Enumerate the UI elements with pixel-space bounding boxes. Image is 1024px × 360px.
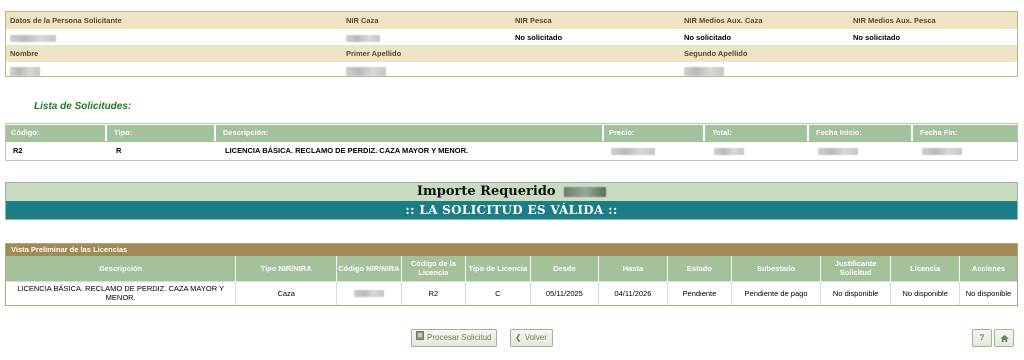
solicitudes-table: Código: Tipo: Descripción: Precio: Total… <box>5 123 1018 161</box>
col-subestado: Subestado <box>731 256 821 281</box>
fecha-fin-header: Fecha Fin: <box>920 128 958 137</box>
applicant-values-row: No solicitado No solicitado No solicitad… <box>6 29 1017 46</box>
solicitud-valida-banner: :: LA SOLICITUD ES VÁLIDA :: <box>6 201 1017 219</box>
licencia-tipo-nir: Caza <box>235 280 338 305</box>
col-codigo-licencia: Código de la Licencia <box>401 256 467 281</box>
importe-panel: Importe Requerido :: LA SOLICITUD ES VÁL… <box>5 182 1018 220</box>
licencia-desde: 05/11/2025 <box>530 280 600 305</box>
applicant-header: Datos de la Persona Solicitante <box>10 16 122 25</box>
licencia-row: LICENCIA BÁSICA. RECLAMO DE PERDIZ. CAZA… <box>6 280 1017 305</box>
nir-medios-pesca-header: NIR Medios Aux. Pesca <box>853 16 936 25</box>
licencia-licencia: No disponible <box>890 280 960 305</box>
importe-label: Importe Requerido <box>416 184 556 199</box>
total-header: Total: <box>707 125 809 141</box>
volver-button[interactable]: ❮ Volver <box>510 329 553 347</box>
codigo-header: Código: <box>6 125 107 141</box>
vista-preliminar-caption: Vista Preliminar de las Licencias <box>6 244 1017 256</box>
licencia-justificante: No disponible <box>820 280 892 305</box>
col-justificante: Justificante Solicitud <box>820 256 892 281</box>
procesar-solicitud-label: Procesar Solicitud <box>427 333 492 342</box>
fecha-inicio-header: Fecha Inicio: <box>811 125 913 141</box>
help-button[interactable]: ? <box>972 329 992 347</box>
segundo-apellido-value <box>680 62 724 79</box>
precio-value <box>606 143 655 159</box>
col-acciones: Acciones <box>959 256 1017 281</box>
tipo-header: Tipo: <box>109 125 216 141</box>
licencia-codigo-nir <box>336 280 402 305</box>
nir-caza-header: NIR Caza <box>346 16 379 25</box>
name-header-row: Nombre Primer Apellido Segundo Apellido <box>6 45 1017 62</box>
nir-caza-value <box>342 29 380 46</box>
segundo-apellido-header: Segundo Apellido <box>684 49 748 58</box>
licencia-tipo: C <box>465 280 531 305</box>
licencia-estado: Pendiente <box>667 280 733 305</box>
nombre-header: Nombre <box>10 49 39 58</box>
importe-value <box>564 186 607 197</box>
lista-solicitudes-title: Lista de Solicitudes: <box>34 101 132 112</box>
col-descripcion: Descripción <box>6 256 237 281</box>
licencia-subestado: Pendiente de pago <box>731 280 821 305</box>
applicant-header-row: Datos de la Persona Solicitante NIR Caza… <box>6 12 1017 29</box>
col-tipo-nir: Tipo NIR/NIRA <box>235 256 338 281</box>
procesar-solicitud-button[interactable]: Procesar Solicitud <box>411 329 498 347</box>
home-icon <box>999 334 1009 345</box>
precio-header: Precio: <box>604 125 705 141</box>
nombre-value <box>6 62 40 79</box>
volver-label: Volver <box>524 333 547 342</box>
licencias-header-row: Descripción Tipo NIR/NIRA Código NIR/NIR… <box>6 256 1017 281</box>
total-value <box>709 143 744 159</box>
col-estado: Estado <box>667 256 733 281</box>
fecha-fin-value <box>917 143 962 159</box>
fecha-inicio-value <box>813 143 858 159</box>
primer-apellido-header: Primer Apellido <box>346 49 402 58</box>
col-desde: Desde <box>530 256 600 281</box>
col-licencia: Licencia <box>890 256 960 281</box>
tipo-value: R <box>116 146 122 155</box>
applicant-panel: Datos de la Persona Solicitante NIR Caza… <box>5 11 1018 77</box>
nir-pesca-header: NIR Pesca <box>515 16 552 25</box>
licencias-table: Descripción Tipo NIR/NIRA Código NIR/NIR… <box>6 256 1017 305</box>
col-hasta: Hasta <box>598 256 668 281</box>
solicitud-row: R2 R LICENCIA BÁSICA. RECLAMO DE PERDIZ.… <box>6 143 1017 160</box>
document-icon <box>416 330 424 346</box>
licencia-acciones: No disponible <box>959 280 1017 305</box>
codigo-value: R2 <box>13 146 23 155</box>
help-icon: ? <box>979 333 985 342</box>
nir-medios-caza-value: No solicitado <box>684 33 732 42</box>
importe-requerido: Importe Requerido <box>6 183 1017 201</box>
licencia-hasta: 04/11/2026 <box>598 280 668 305</box>
col-tipo-licencia: Tipo de Licencia <box>465 256 531 281</box>
nir-medios-caza-header: NIR Medios Aux. Caza <box>684 16 763 25</box>
licencia-codigo: R2 <box>401 280 467 305</box>
chevron-left-icon: ❮ <box>515 333 522 342</box>
home-button[interactable] <box>994 329 1014 347</box>
name-values-row <box>6 62 1017 79</box>
licencia-descripcion: LICENCIA BÁSICA. RECLAMO DE PERDIZ. CAZA… <box>6 280 237 305</box>
nir-pesca-value: No solicitado <box>515 33 563 42</box>
nir-medios-pesca-value: No solicitado <box>853 33 901 42</box>
descripcion-header: Descripción: <box>218 125 604 141</box>
col-codigo-nir: Código NIR/NIRA <box>336 256 402 281</box>
descripcion-value: LICENCIA BÁSICA. RECLAMO DE PERDIZ. CAZA… <box>225 146 469 155</box>
dni-value <box>6 29 56 46</box>
primer-apellido-value <box>342 62 386 79</box>
vista-preliminar-panel: Vista Preliminar de las Licencias Descri… <box>5 243 1018 306</box>
solicitudes-header-row: Código: Tipo: Descripción: Precio: Total… <box>6 125 1017 142</box>
